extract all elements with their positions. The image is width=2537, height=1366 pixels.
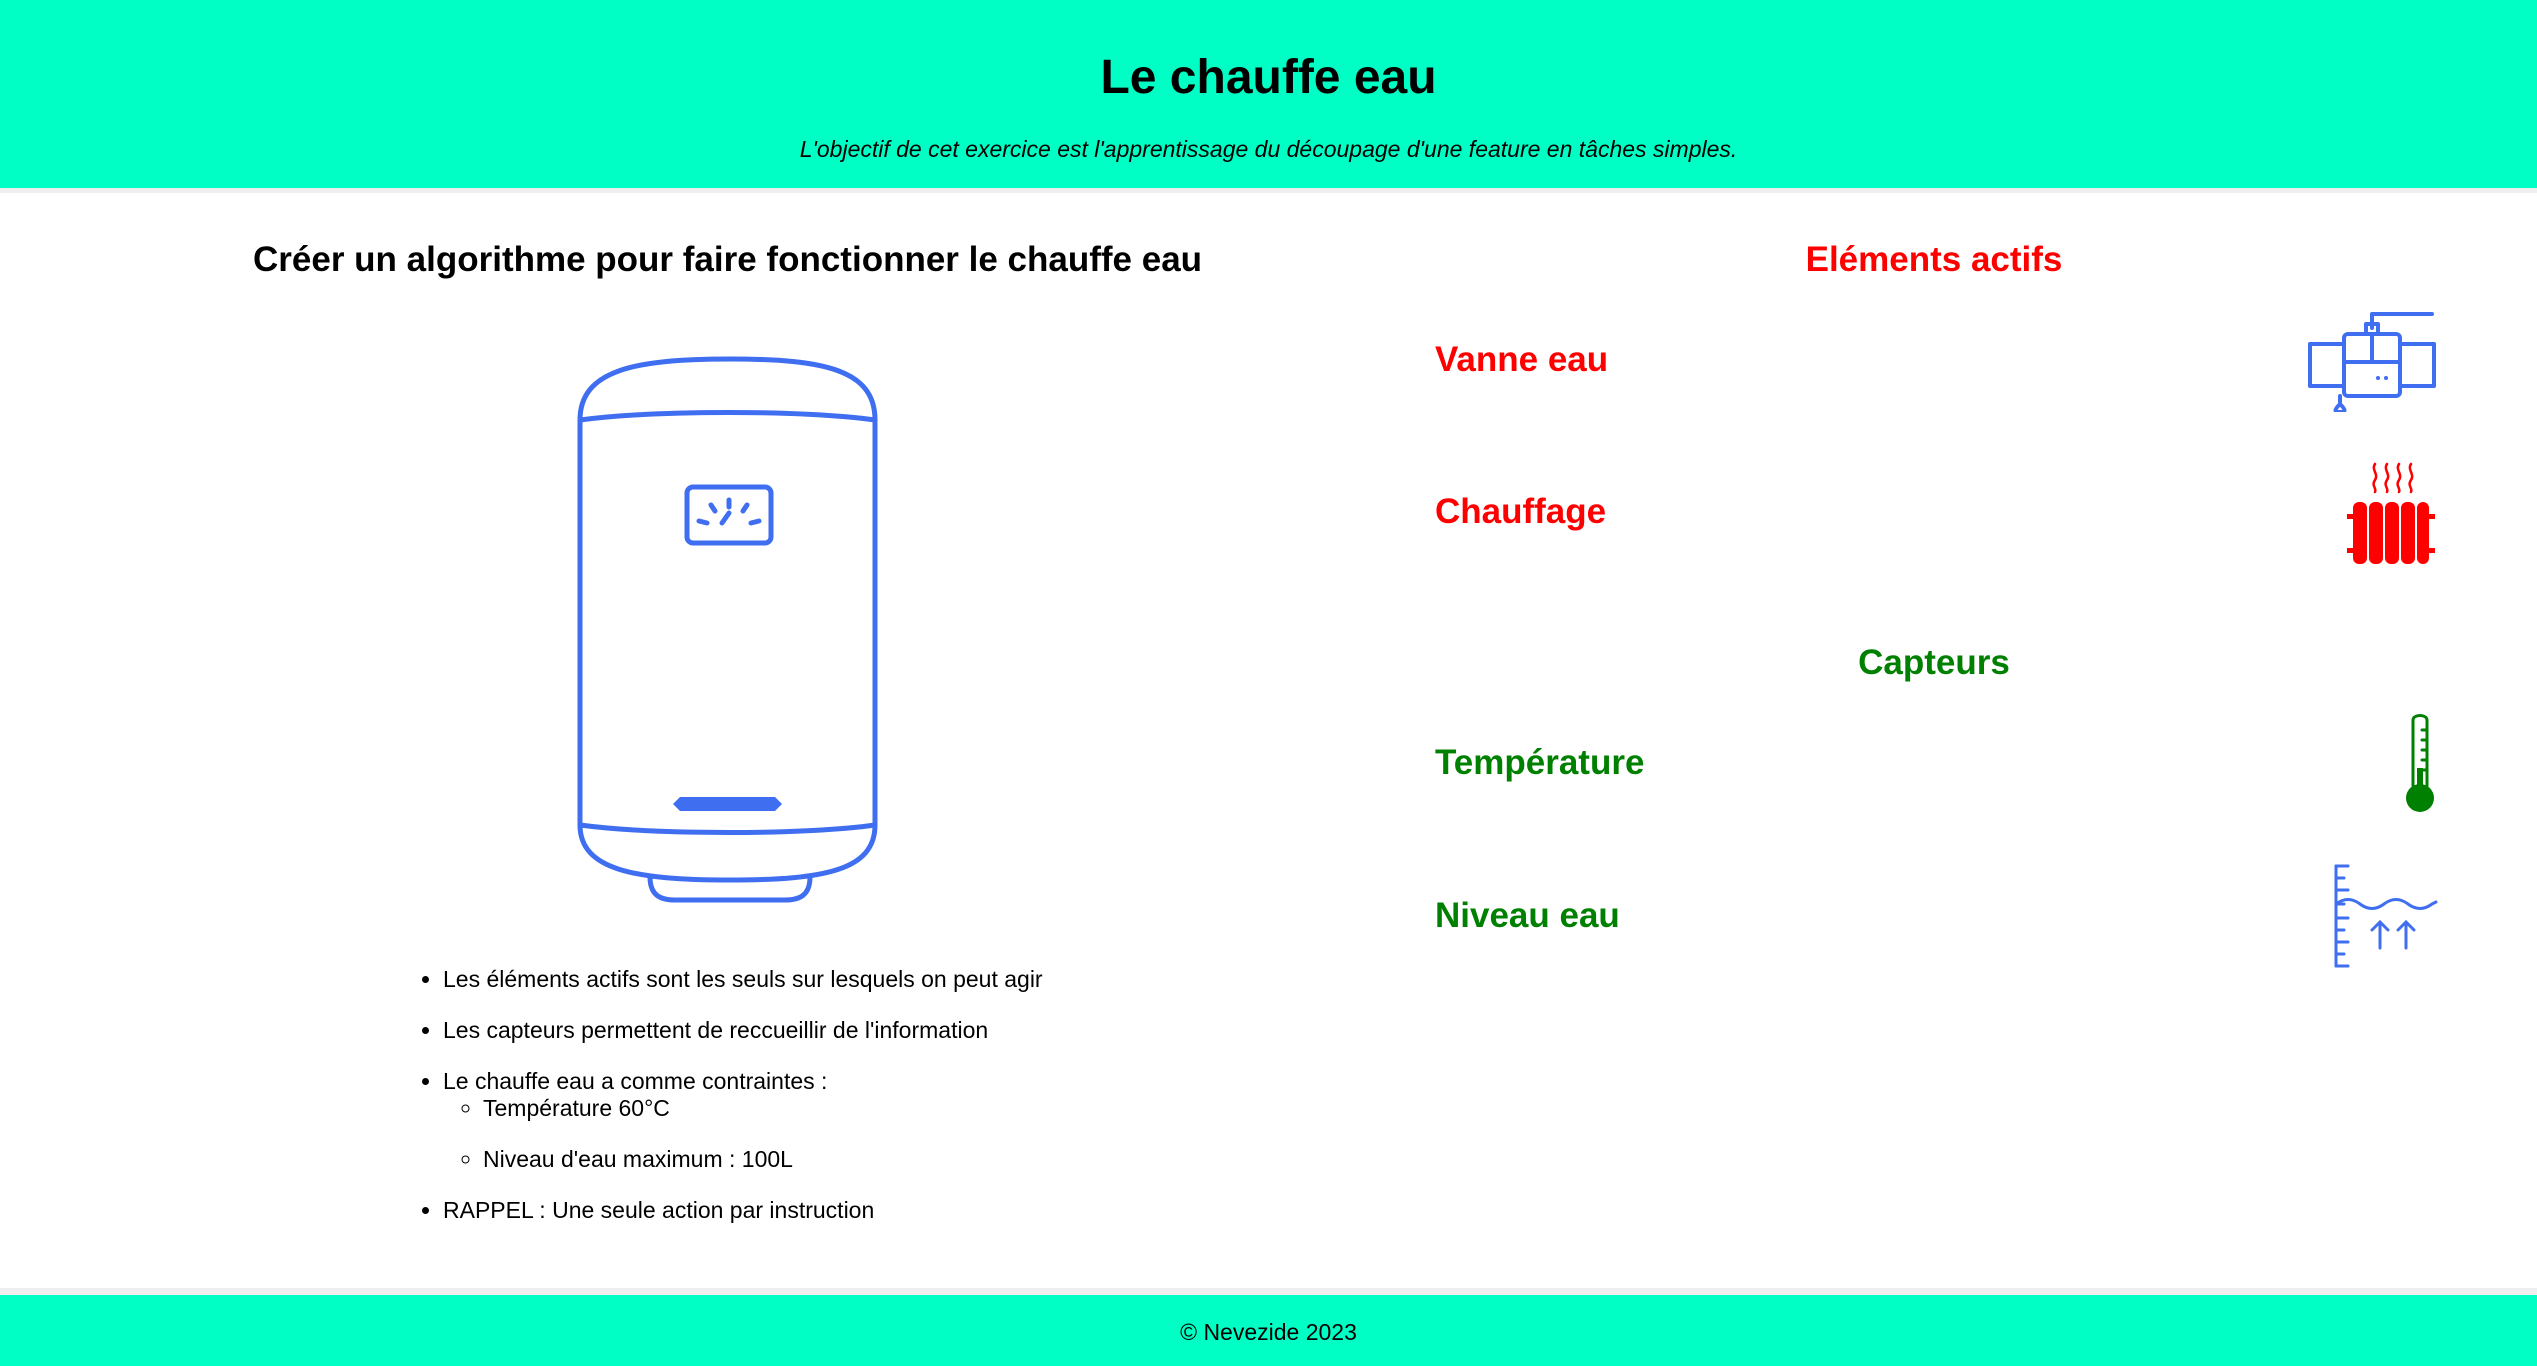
sensors-title: Capteurs (1858, 643, 2010, 682)
exercise-title: Créer un algorithme pour faire fonctionn… (253, 240, 1203, 279)
header-divider (0, 188, 2537, 193)
list-item: Température 60°C (483, 1095, 1043, 1122)
note-text: Les éléments actifs sont les seuls sur l… (443, 966, 1043, 992)
active-elements-title: Eléments actifs (1805, 240, 2063, 279)
list-item: Les capteurs permettent de reccueillir d… (443, 1017, 1043, 1044)
list-item: Les éléments actifs sont les seuls sur l… (443, 966, 1043, 993)
temperature-label: Température (1435, 743, 1645, 782)
constraint-text: Température 60°C (483, 1095, 670, 1121)
footer-divider (0, 1288, 2537, 1295)
note-text: Le chauffe eau a comme contraintes : (443, 1068, 828, 1094)
water-level-label: Niveau eau (1435, 896, 1620, 935)
list-item: Le chauffe eau a comme contraintes : Tem… (443, 1068, 1043, 1173)
thermometer-icon (2406, 714, 2434, 812)
list-item: RAPPEL : Une seule action par instructio… (443, 1197, 1043, 1224)
constraint-text: Niveau d'eau maximum : 100L (483, 1146, 793, 1172)
water-level-icon (2334, 864, 2438, 968)
water-heater-icon (577, 356, 878, 903)
note-text: Les capteurs permettent de reccueillir d… (443, 1017, 989, 1043)
page-subtitle: L'objectif de cet exercice est l'apprent… (799, 136, 1738, 162)
header-banner: Le chauffe eau L'objectif de cet exercic… (0, 0, 2537, 188)
list-item: Niveau d'eau maximum : 100L (483, 1146, 1043, 1173)
page: Le chauffe eau L'objectif de cet exercic… (0, 0, 2537, 1366)
note-text: RAPPEL : Une seule action par instructio… (443, 1197, 875, 1223)
page-title: Le chauffe eau (1100, 51, 1437, 104)
heating-label: Chauffage (1435, 492, 1607, 531)
radiator-icon (2347, 462, 2435, 564)
notes-list: Les éléments actifs sont les seuls sur l… (420, 966, 1043, 1248)
water-valve-label: Vanne eau (1435, 340, 1609, 379)
water-valve-icon (2308, 312, 2436, 412)
constraints-list: Température 60°C Niveau d'eau maximum : … (443, 1095, 1043, 1173)
copyright-text: © Nevezide 2023 (1180, 1319, 1357, 1345)
footer-banner: © Nevezide 2023 (0, 1295, 2537, 1366)
